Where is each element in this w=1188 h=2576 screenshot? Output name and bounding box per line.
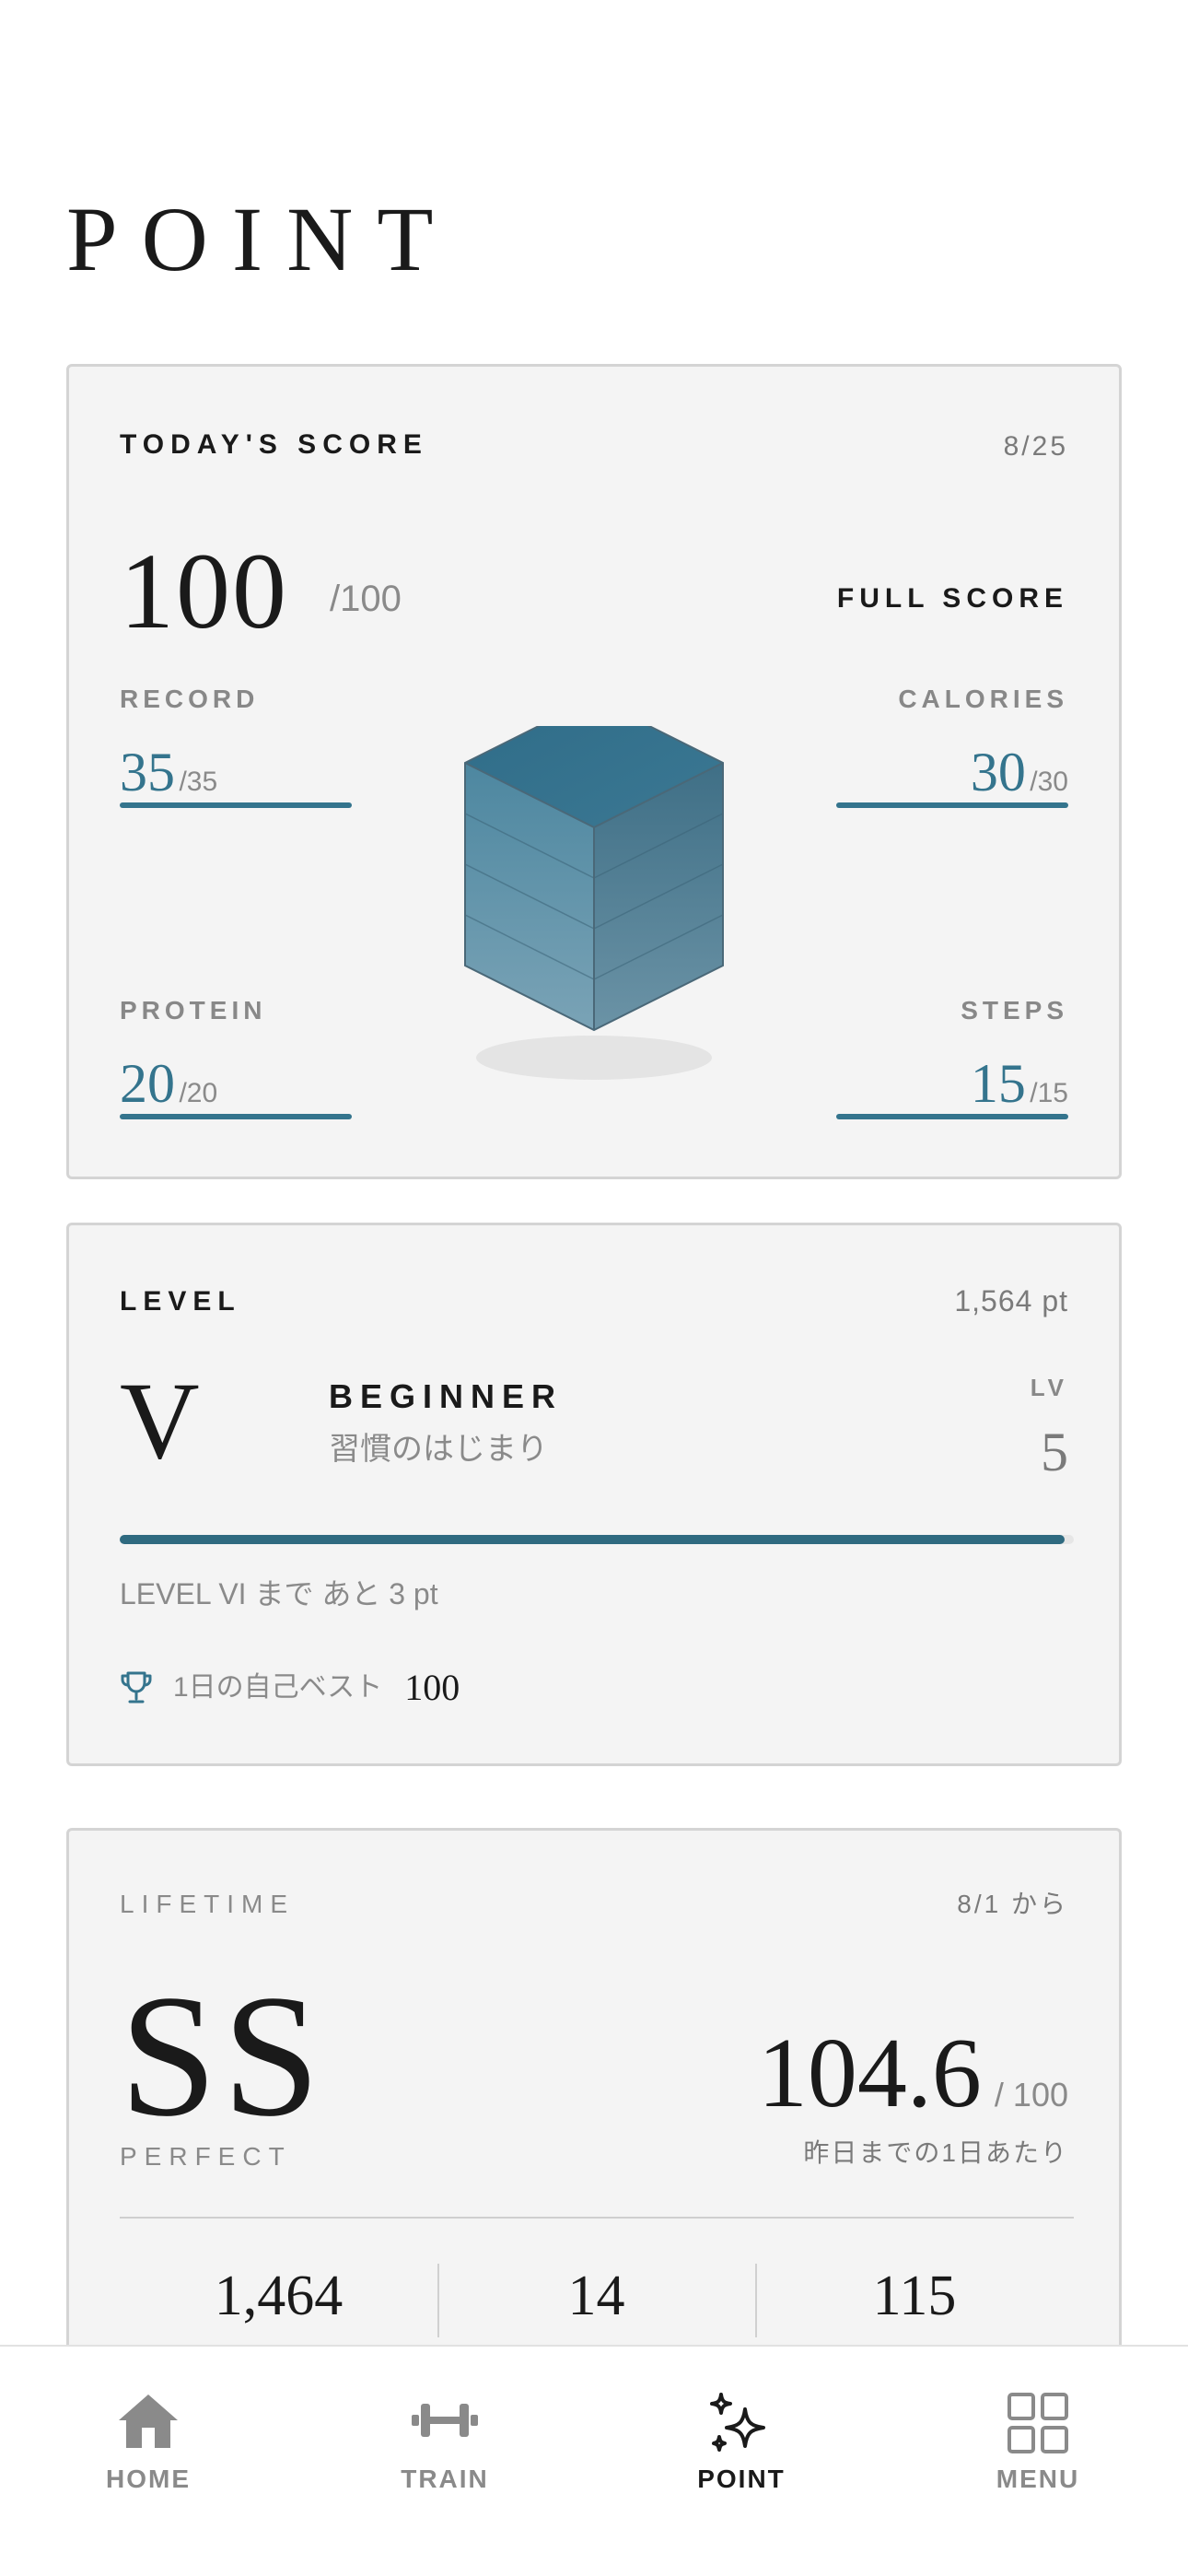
lv-label: LV (1030, 1374, 1068, 1401)
lifetime-divider (120, 2217, 1074, 2219)
page-title: POINT (66, 188, 458, 290)
calories-max: /30 (1030, 767, 1068, 797)
level-progress-track (120, 1535, 1074, 1544)
personal-best-row: 1日の自己ベスト 100 (120, 1669, 460, 1706)
protein-label: PROTEIN (120, 996, 267, 1025)
lifetime-average: 104.6 (757, 2019, 982, 2128)
steps-value-group: 15 /15 (971, 1056, 1068, 1111)
personal-best-label: 1日の自己ベスト (173, 1672, 383, 1703)
bottom-tab-bar: HOME TRAIN POINT MENU (0, 2345, 1188, 2576)
dumbbell-icon (410, 2398, 480, 2447)
level-progress-fill (120, 1535, 1065, 1544)
score-cube-illustration (464, 726, 724, 1080)
tab-menu-label: MENU (996, 2465, 1080, 2493)
full-score-badge: FULL SCORE (836, 583, 1068, 614)
level-roman: V (120, 1359, 200, 1481)
level-subtitle: 習慣のはじまり (329, 1432, 548, 1467)
tab-point-label: POINT (697, 2465, 786, 2493)
level-card-label: LEVEL (120, 1286, 241, 1317)
record-bar (120, 802, 352, 808)
steps-max: /15 (1030, 1078, 1068, 1108)
todays-score-card: TODAY'S SCORE 8/25 100 /100 FULL SCORE R… (66, 364, 1122, 1179)
total-score-max: /100 (330, 579, 402, 619)
home-icon (115, 2391, 181, 2456)
protein-bar (120, 1114, 352, 1119)
level-name: BEGINNER (329, 1377, 564, 1415)
lv-value: 5 (1041, 1422, 1068, 1482)
record-value-group: 35 /35 (120, 744, 217, 800)
tab-train-label: TRAIN (401, 2465, 489, 2493)
calories-value-group: 30 /30 (971, 744, 1068, 800)
lifetime-stat-2: 14 (567, 2265, 625, 2327)
lifetime-grade-label: PERFECT (120, 2142, 292, 2171)
tab-train[interactable]: TRAIN (297, 2347, 593, 2549)
steps-label: STEPS (961, 996, 1068, 1025)
tab-menu[interactable]: MENU (890, 2347, 1186, 2549)
total-score: 100 (120, 531, 288, 651)
trophy-icon (120, 1669, 153, 1706)
level-points: 1,564 pt (954, 1284, 1068, 1317)
tab-point[interactable]: POINT (593, 2347, 890, 2549)
lifetime-stat-1: 1,464 (214, 2265, 344, 2327)
calories-label: CALORIES (898, 685, 1068, 713)
lifetime-average-note: 昨日までの1日あたり (803, 2138, 1068, 2167)
tab-home[interactable]: HOME (0, 2347, 297, 2549)
lifetime-grade: SS (120, 1960, 326, 2153)
calories-value: 30 (970, 742, 1026, 802)
protein-value: 20 (120, 1053, 175, 1114)
lifetime-label: LIFETIME (120, 1890, 296, 1918)
next-level-text: LEVEL VI まで あと 3 pt (120, 1577, 438, 1610)
lifetime-average-group: 104.6 / 100 (758, 2024, 1068, 2124)
score-date: 8/25 (1003, 431, 1068, 462)
steps-value: 15 (970, 1053, 1026, 1114)
tab-home-label: HOME (106, 2465, 191, 2493)
score-card-label: TODAY'S SCORE (120, 429, 428, 460)
grid-icon (1006, 2391, 1070, 2460)
lifetime-stats-row: 1,464 14 115 (120, 2264, 1074, 2337)
record-value: 35 (120, 742, 175, 802)
lifetime-since: 8/1 から (957, 1890, 1068, 1918)
lifetime-average-max: / 100 (994, 2076, 1068, 2113)
protein-max: /20 (179, 1078, 218, 1108)
lifetime-stat-3: 115 (872, 2265, 957, 2327)
protein-value-group: 20 /20 (120, 1056, 217, 1111)
personal-best-value: 100 (404, 1667, 460, 1708)
sparkle-icon (705, 2391, 778, 2465)
record-label: RECORD (120, 685, 260, 713)
steps-bar (836, 1114, 1068, 1119)
calories-bar (836, 802, 1068, 808)
record-max: /35 (179, 767, 218, 797)
level-card: LEVEL 1,564 pt V BEGINNER 習慣のはじまり LV 5 L… (66, 1223, 1122, 1766)
